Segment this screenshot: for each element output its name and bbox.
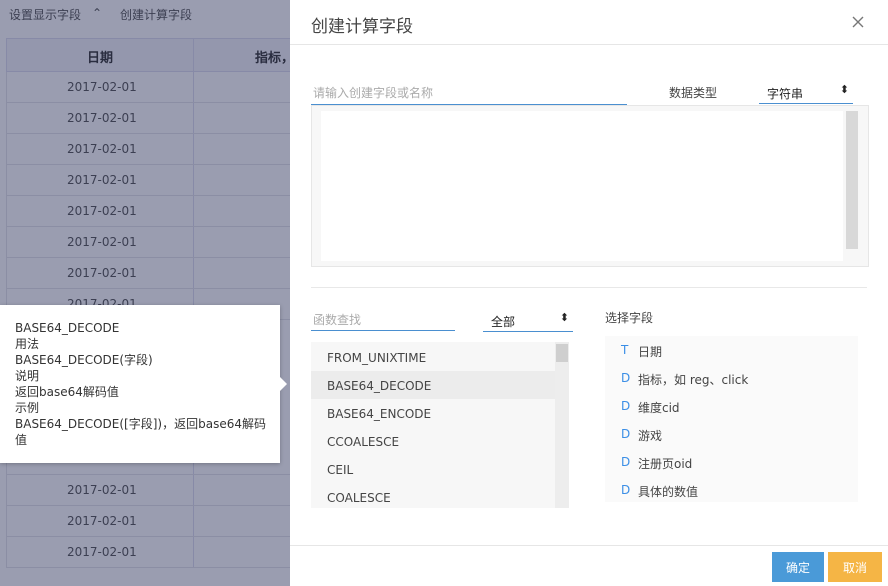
- field-item[interactable]: D 注册页oid: [605, 448, 858, 476]
- data-type-label: 数据类型: [669, 86, 718, 100]
- footer-divider: [290, 545, 888, 546]
- field-item[interactable]: D 指标，如 reg、click: [605, 364, 858, 392]
- tooltip-function-name: BASE64_DECODE: [15, 321, 120, 335]
- confirm-button[interactable]: 确定: [772, 552, 824, 582]
- function-tooltip: BASE64_DECODE 用法 BASE64_DECODE(字段) 说明 返回…: [0, 305, 287, 463]
- field-label: 维度cid: [638, 401, 680, 415]
- field-type-icon: D: [621, 483, 631, 497]
- tooltip-example-heading: 示例: [15, 401, 40, 415]
- function-list-scrollbar[interactable]: [555, 342, 569, 508]
- function-item[interactable]: COALESCE: [311, 483, 555, 508]
- field-name-input[interactable]: [311, 82, 627, 105]
- function-search-input[interactable]: [311, 310, 455, 331]
- select-field-title: 选择字段: [605, 311, 654, 325]
- tooltip-desc: 返回base64解码值: [15, 385, 119, 399]
- field-item[interactable]: D 具体的数值: [605, 476, 858, 504]
- function-item-label: FROM_UNIXTIME: [327, 351, 427, 365]
- title-divider: [290, 44, 888, 45]
- function-item[interactable]: BASE64_ENCODE: [311, 399, 555, 427]
- cancel-button[interactable]: 取消: [828, 552, 882, 582]
- function-item-label: COALESCE: [327, 491, 391, 505]
- tooltip-usage-heading: 用法: [15, 337, 40, 351]
- tooltip-example: BASE64_DECODE([字段])，返回base64解码: [15, 417, 266, 431]
- category-value: 全部: [491, 315, 516, 329]
- formula-textarea[interactable]: [321, 111, 843, 261]
- field-list: T 日期 D 指标，如 reg、click D 维度cid D 游戏 D 注册页…: [605, 336, 858, 502]
- section-divider: [311, 287, 867, 288]
- function-item-active[interactable]: BASE64_DECODE: [311, 371, 555, 399]
- function-item[interactable]: CCOALESCE: [311, 427, 555, 455]
- data-type-select[interactable]: 字符串 ⬍: [759, 81, 853, 104]
- formula-editor: [311, 105, 869, 267]
- field-label: 注册页oid: [638, 457, 693, 471]
- field-item[interactable]: D 游戏: [605, 420, 858, 448]
- field-item[interactable]: D 维度cid: [605, 392, 858, 420]
- function-item-label: CEIL: [327, 463, 354, 477]
- field-label: 游戏: [638, 429, 663, 443]
- field-type-icon: D: [621, 371, 631, 385]
- field-type-icon: D: [621, 455, 631, 469]
- scrollbar-thumb[interactable]: [556, 344, 568, 362]
- create-field-dialog: 创建计算字段 数据类型 字符串 ⬍ 全部 ⬍ FROM_UNIXTIME BAS…: [290, 0, 888, 586]
- dialog-title: 创建计算字段: [311, 17, 413, 37]
- tooltip-usage: BASE64_DECODE(字段): [15, 353, 153, 367]
- function-item-label: CCOALESCE: [327, 435, 400, 449]
- close-icon[interactable]: [850, 14, 866, 30]
- field-item[interactable]: T 日期: [605, 336, 858, 364]
- tooltip-arrow: [280, 377, 287, 391]
- field-type-icon: D: [621, 399, 631, 413]
- function-category-select[interactable]: 全部 ⬍: [483, 309, 573, 332]
- function-item-label: BASE64_ENCODE: [327, 407, 432, 421]
- field-label: 指标，如 reg、click: [638, 373, 749, 387]
- field-type-icon: T: [621, 343, 629, 357]
- function-item-label: BASE64_DECODE: [327, 379, 432, 393]
- data-type-value: 字符串: [767, 87, 804, 101]
- tooltip-example-cont: 值: [15, 433, 28, 447]
- function-list: FROM_UNIXTIME BASE64_DECODE BASE64_ENCOD…: [311, 342, 569, 508]
- field-label: 具体的数值: [638, 485, 699, 499]
- editor-scrollbar[interactable]: [846, 111, 858, 249]
- function-item[interactable]: FROM_UNIXTIME: [311, 343, 555, 371]
- function-item[interactable]: CEIL: [311, 455, 555, 483]
- select-arrows-icon: ⬍: [839, 83, 849, 96]
- field-label: 日期: [638, 345, 663, 359]
- tooltip-desc-heading: 说明: [15, 369, 40, 383]
- field-type-icon: D: [621, 427, 631, 441]
- select-arrows-icon: ⬍: [559, 311, 569, 324]
